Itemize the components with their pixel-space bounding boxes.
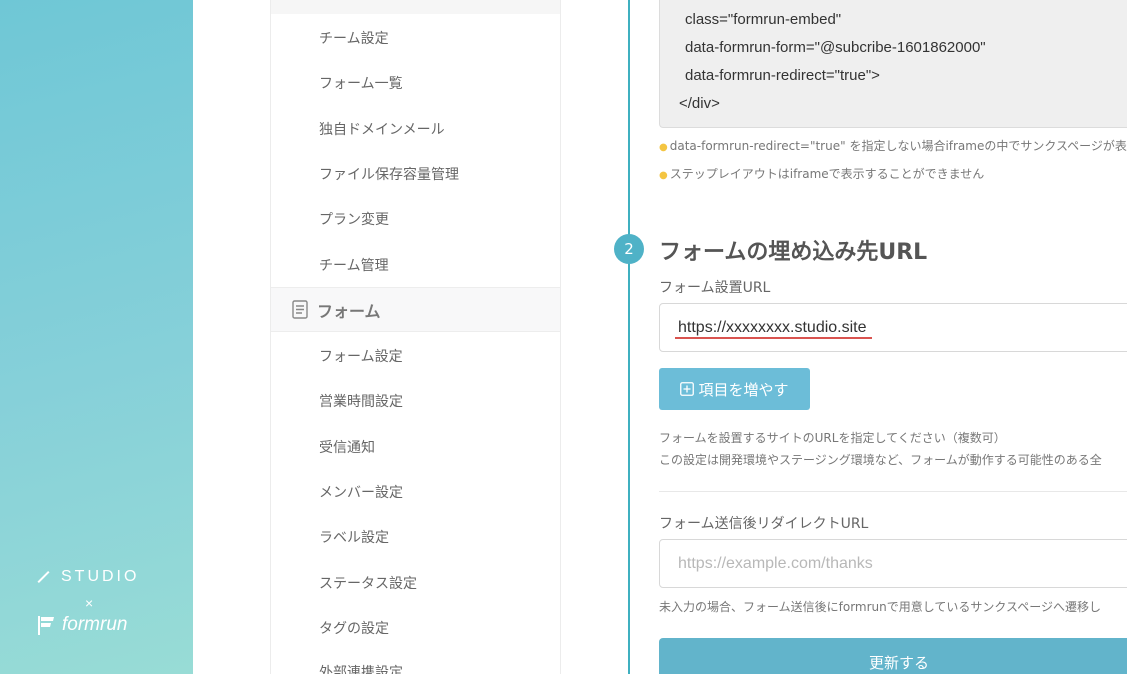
lightbulb-icon: ● — [659, 142, 668, 153]
nav-form-settings[interactable]: フォーム設定 — [319, 346, 403, 366]
formrun-wordmark: formrun — [62, 614, 128, 635]
redirect-url-note: 未入力の場合、フォーム送信後にformrunで用意しているサンクスページへ遷移し — [659, 600, 1101, 614]
formrun-logo: formrun — [36, 614, 127, 636]
plus-box-icon — [680, 382, 695, 396]
nav-custom-domain-mail[interactable]: 独自ドメインメール — [319, 119, 445, 139]
nav-notifications[interactable]: 受信通知 — [319, 437, 375, 457]
nav-integrations[interactable]: 外部連携設定 — [319, 662, 403, 674]
add-item-button[interactable]: 項目を増やす — [659, 368, 810, 410]
lightbulb-icon: ● — [659, 170, 668, 181]
section-divider — [659, 491, 1127, 492]
slash-icon — [37, 570, 50, 584]
update-button[interactable]: 更新する — [659, 638, 1127, 674]
nav-plan-change[interactable]: プラン変更 — [319, 209, 389, 229]
code-line: class="formrun-embed" — [685, 11, 842, 28]
nav-form-list[interactable]: フォーム一覧 — [319, 73, 403, 93]
embed-url-label: フォーム設置URL — [659, 280, 771, 296]
embed-code-box[interactable]: class="formrun-embed" data-formrun-form=… — [659, 0, 1127, 128]
main-content: class="formrun-embed" data-formrun-form=… — [561, 0, 1127, 674]
brand-panel: STUDIO × formrun — [0, 0, 193, 674]
embed-url-note: この設定は開発環境やステージング環境など、フォームが動作する可能性のある全 — [659, 453, 1102, 467]
section-title: フォームの埋め込み先URL — [659, 240, 928, 265]
document-icon — [292, 300, 308, 319]
nav-file-storage[interactable]: ファイル保存容量管理 — [319, 164, 459, 184]
add-item-label: 項目を増やす — [698, 380, 789, 399]
nav-team-management[interactable]: チーム管理 — [319, 255, 389, 275]
studio-wordmark: STUDIO — [61, 568, 140, 585]
code-line: data-formrun-redirect="true"> — [685, 67, 880, 84]
code-line: </div> — [679, 95, 720, 112]
spellcheck-underline — [675, 337, 872, 339]
nav-member-settings[interactable]: メンバー設定 — [319, 482, 403, 502]
hint-step-layout: ● ステップレイアウトはiframeで表示することができません — [659, 165, 984, 182]
embed-url-input[interactable] — [659, 303, 1127, 352]
step-number-badge: 2 — [614, 234, 644, 264]
nav-status-settings[interactable]: ステータス設定 — [319, 573, 417, 593]
hint-text: ステップレイアウトはiframeで表示することができません — [669, 167, 985, 181]
hint-redirect: ● data-formrun-redirect="true" を指定しない場合if… — [659, 137, 1127, 154]
nav-business-hours[interactable]: 営業時間設定 — [319, 391, 403, 411]
settings-sidebar: チーム設定 フォーム一覧 独自ドメインメール ファイル保存容量管理 プラン変更 … — [270, 0, 561, 674]
hint-text: data-formrun-redirect="true" を指定しない場合ifr… — [669, 139, 1127, 153]
formrun-flag-icon — [38, 616, 54, 635]
nav-section-label: フォーム — [317, 301, 381, 321]
nav-section-form[interactable]: フォーム — [271, 287, 560, 332]
nav-tag-settings[interactable]: タグの設定 — [319, 618, 389, 638]
brand-times: × — [85, 595, 94, 611]
sidebar-top-strip — [271, 0, 560, 14]
embed-url-description: フォームを設置するサイトのURLを指定してください（複数可） — [659, 431, 1006, 445]
redirect-url-input[interactable] — [659, 539, 1127, 588]
studio-logo: STUDIO — [36, 568, 139, 586]
step-timeline — [628, 0, 630, 674]
nav-team-settings[interactable]: チーム設定 — [319, 28, 389, 48]
code-line: data-formrun-form="@subcribe-1601862000" — [685, 39, 986, 56]
nav-label-settings[interactable]: ラベル設定 — [319, 527, 389, 547]
redirect-url-label: フォーム送信後リダイレクトURL — [659, 516, 869, 532]
